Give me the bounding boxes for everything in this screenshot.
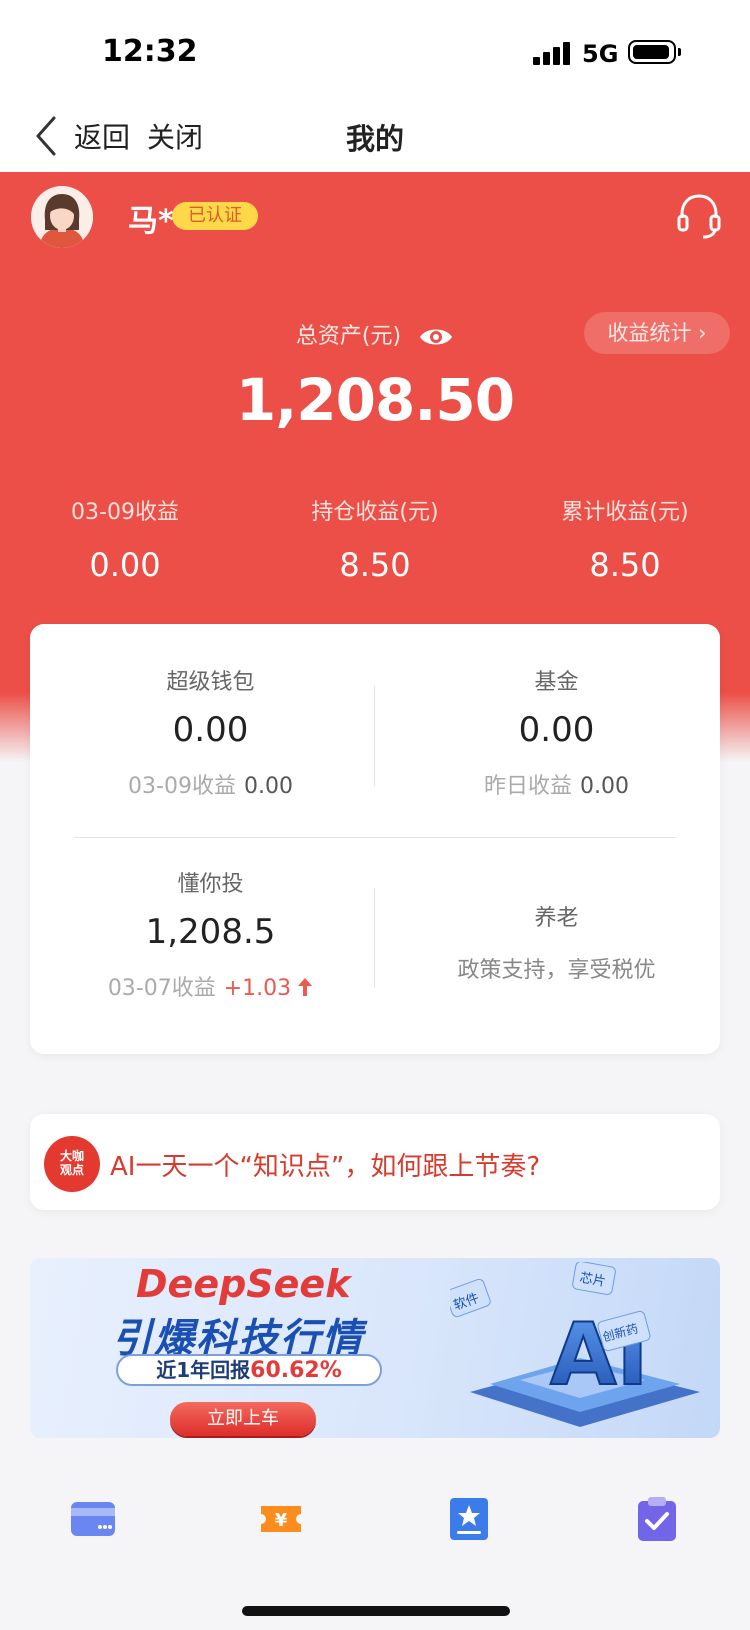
- arrow-up-icon: [298, 978, 313, 996]
- promo-return-value: 60.62%: [250, 1358, 342, 1383]
- fund-cell[interactable]: 基金 0.00 昨日收益 0.00: [384, 664, 729, 800]
- cumulative-earnings[interactable]: 累计收益(元) 8.50: [500, 494, 750, 584]
- super-wallet-sub-label: 03-09收益: [128, 774, 236, 799]
- status-time: 12:32: [102, 34, 198, 69]
- coupon-icon[interactable]: ¥: [258, 1496, 304, 1542]
- total-assets-label-text: 总资产(元): [295, 324, 402, 349]
- super-wallet-amount: 0.00: [172, 710, 249, 750]
- promo-return-label: 近1年回报: [156, 1358, 251, 1382]
- verified-badge: 已认证: [172, 202, 258, 230]
- user-avatar-icon: [31, 186, 93, 248]
- advisor-amount: 1,208.5: [145, 912, 276, 952]
- total-assets-value: 1,208.50: [235, 366, 515, 434]
- pension-description: 政策支持，享受税优: [457, 958, 656, 983]
- card-icon[interactable]: [70, 1496, 116, 1542]
- home-indicator: [242, 1606, 510, 1616]
- super-wallet-cell[interactable]: 超级钱包 0.00 03-09收益 0.00: [38, 664, 383, 800]
- holding-earnings-value: 8.50: [339, 546, 411, 584]
- user-name: 马*: [128, 204, 174, 239]
- row-divider: [74, 837, 676, 838]
- clipboard-check-icon[interactable]: [634, 1496, 680, 1542]
- fund-sub-value: 0.00: [580, 774, 629, 799]
- star-document-icon[interactable]: [446, 1496, 492, 1542]
- earnings-statistics-button[interactable]: 收益统计 ›: [584, 312, 730, 354]
- svg-text:¥: ¥: [275, 1510, 288, 1531]
- cumulative-earnings-label: 累计收益(元): [561, 500, 689, 525]
- network-label: 5G: [582, 40, 619, 68]
- column-divider: [374, 888, 375, 988]
- advisor-title: 懂你投: [177, 872, 244, 897]
- promo-return: 近1年回报60.62%: [116, 1354, 382, 1386]
- ai-chip-illustration: AI 软件 芯片 创新药: [450, 1262, 700, 1427]
- promo-brand: DeepSeek: [136, 1262, 351, 1306]
- fund-amount: 0.00: [518, 710, 595, 750]
- cumulative-earnings-value: 8.50: [589, 546, 661, 584]
- pension-title: 养老: [534, 906, 579, 931]
- fund-title: 基金: [534, 670, 579, 695]
- fund-sub-label: 昨日收益: [484, 774, 573, 799]
- daily-earnings[interactable]: 03-09收益 0.00: [0, 494, 250, 584]
- signal-icon: [533, 42, 573, 65]
- page-title: 我的: [345, 122, 404, 156]
- badge-line-2: 观点: [59, 1163, 84, 1177]
- daily-earnings-value: 0.00: [89, 546, 161, 584]
- daily-earnings-label: 03-09收益: [71, 500, 179, 525]
- advisor-sub-value: +1.03: [223, 976, 292, 1001]
- pension-cell[interactable]: 养老 政策支持，享受税优: [384, 900, 729, 984]
- expert-opinion-text[interactable]: AI一天一个“知识点”，如何跟上节奏?: [110, 1146, 540, 1183]
- promo-cta-button[interactable]: 立即上车: [170, 1402, 316, 1436]
- expert-opinion-badge-icon: 大咖 观点: [44, 1136, 100, 1192]
- badge-line-1: 大咖: [59, 1149, 84, 1163]
- eye-icon[interactable]: [418, 325, 454, 349]
- advisor-cell[interactable]: 懂你投 1,208.5 03-07收益 +1.03: [38, 866, 383, 1002]
- holding-earnings[interactable]: 持仓收益(元) 8.50: [250, 494, 500, 584]
- column-divider: [374, 686, 375, 786]
- advisor-sub-label: 03-07收益: [107, 976, 216, 1001]
- battery-icon: [628, 40, 681, 64]
- avatar[interactable]: [31, 186, 93, 248]
- super-wallet-title: 超级钱包: [166, 670, 255, 695]
- customer-service-headset-icon[interactable]: [676, 192, 722, 240]
- holding-earnings-label: 持仓收益(元): [311, 500, 439, 525]
- super-wallet-sub-value: 0.00: [243, 774, 293, 799]
